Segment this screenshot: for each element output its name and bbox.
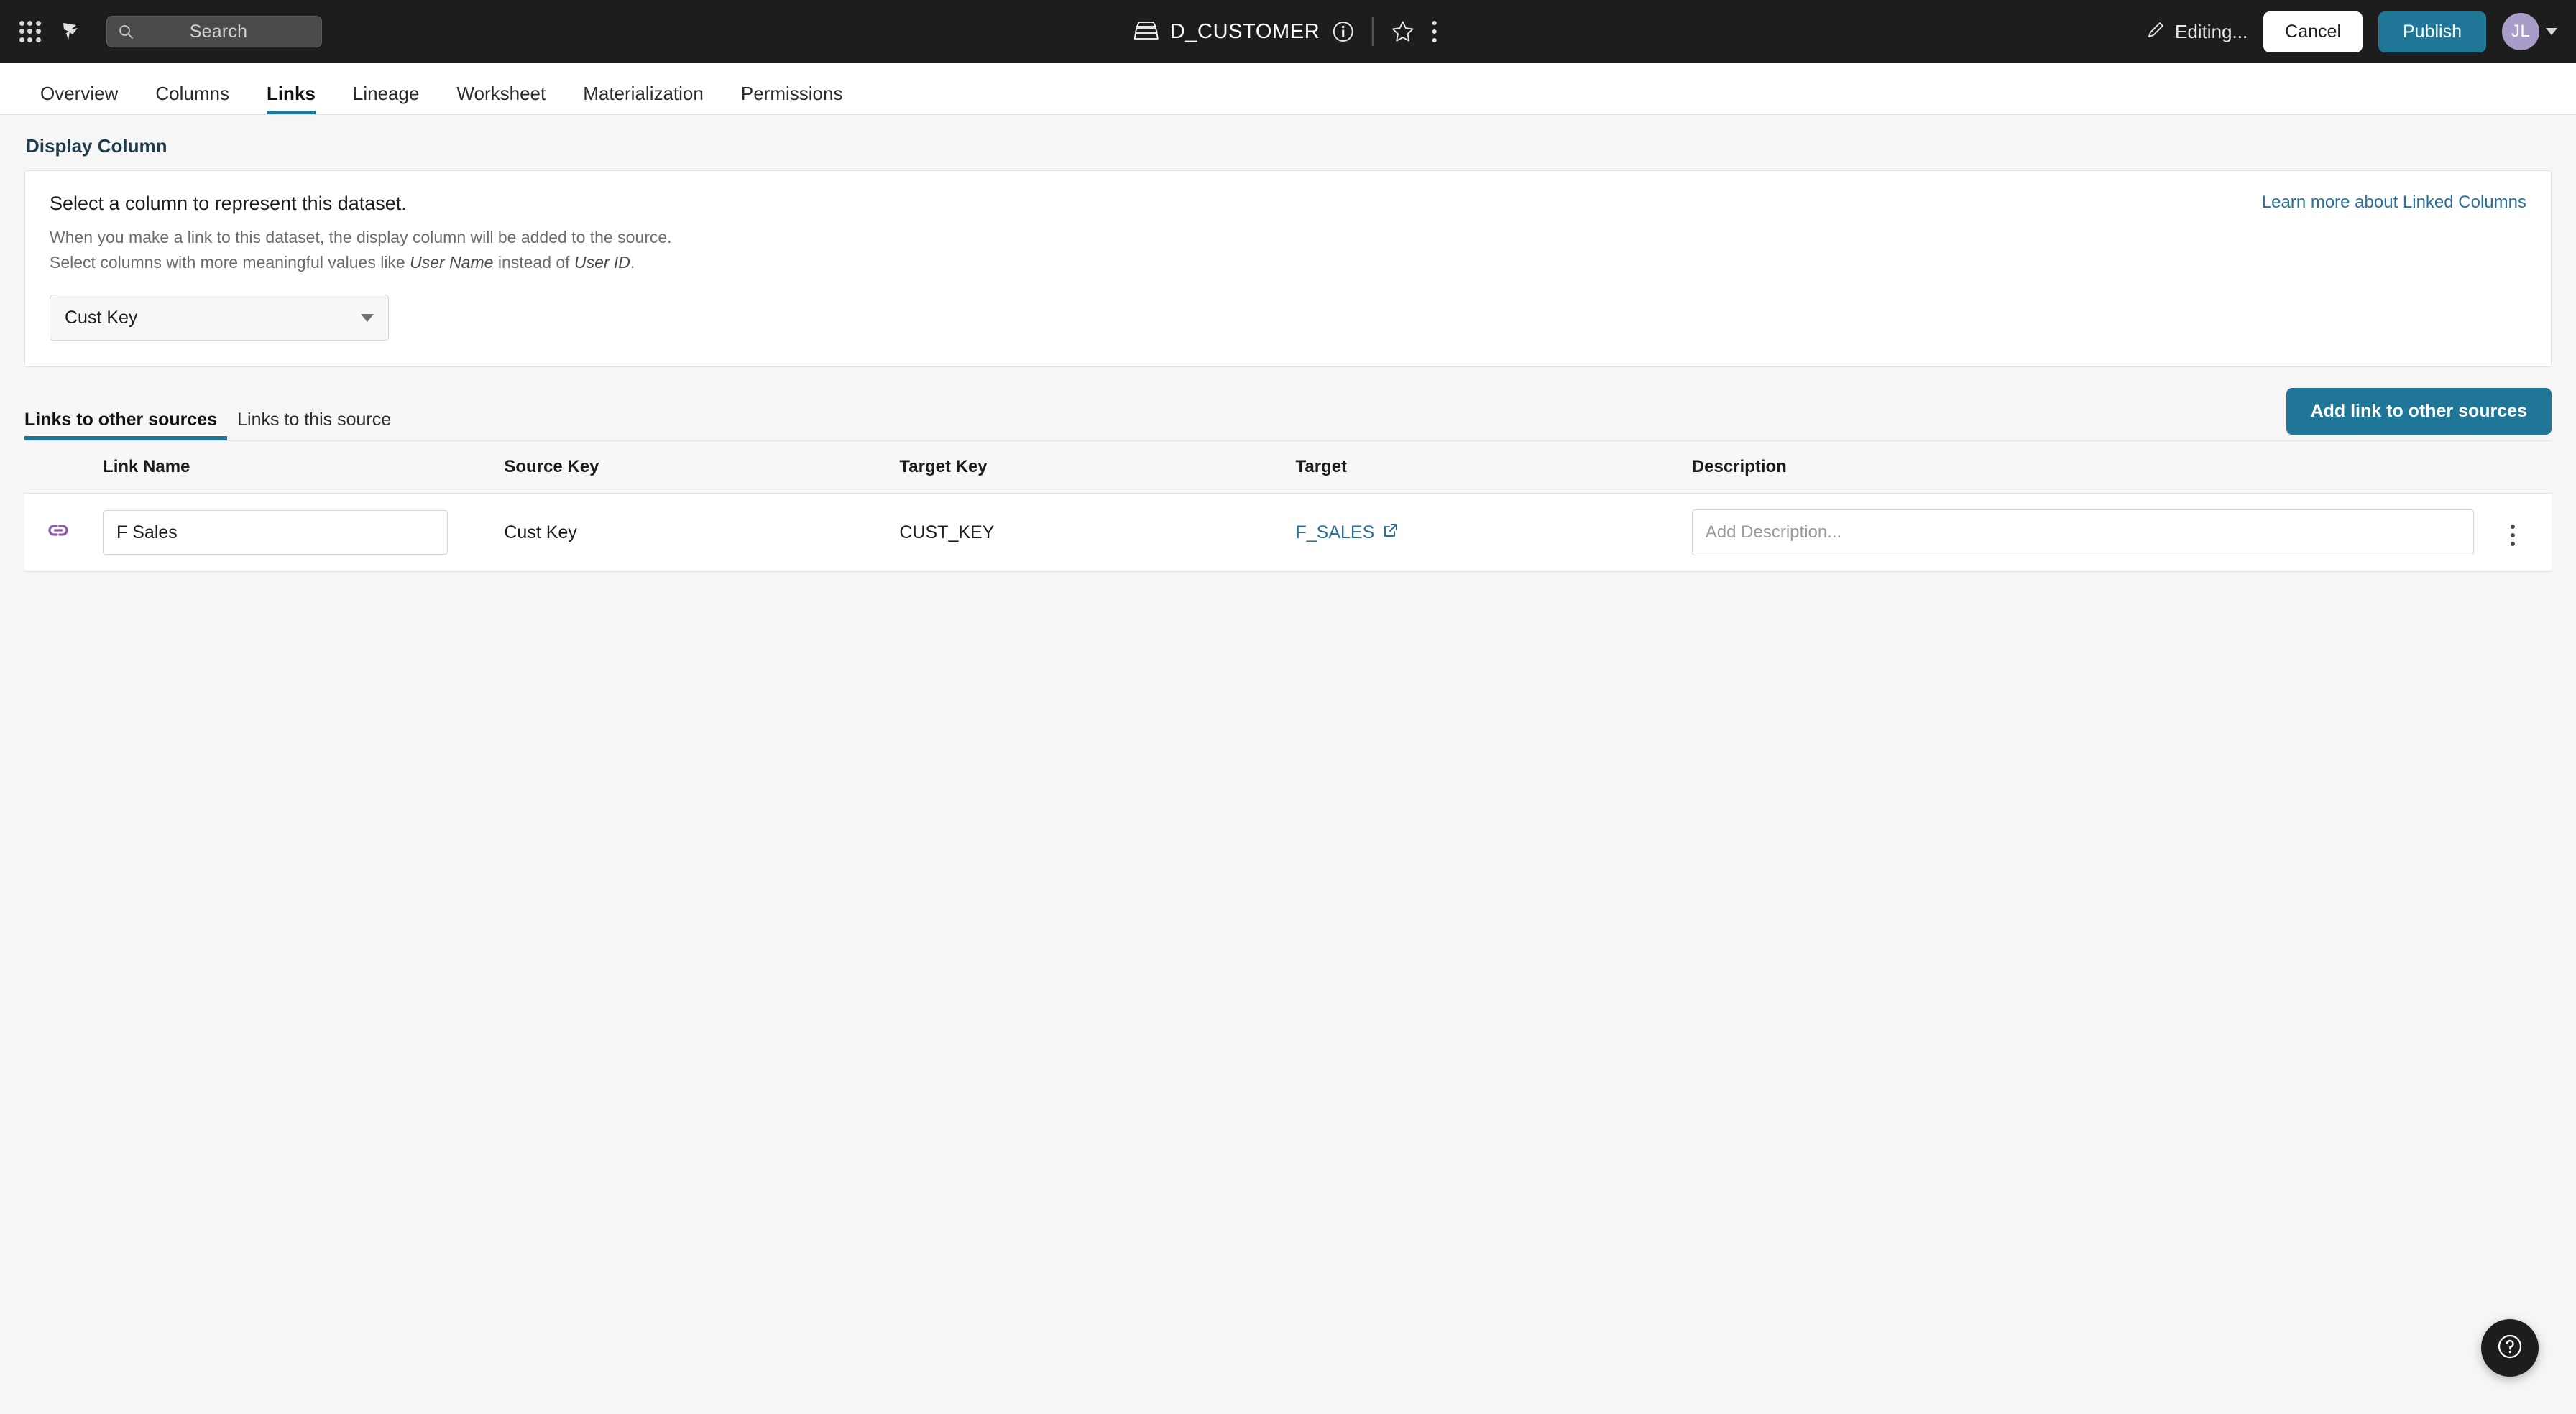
col-icon	[24, 440, 104, 494]
divider	[1371, 17, 1374, 46]
user-menu[interactable]: JL	[2502, 13, 2557, 50]
chain-link-icon	[46, 524, 70, 547]
tab-materialization[interactable]: Materialization	[564, 84, 722, 114]
more-vertical-icon[interactable]	[2505, 519, 2521, 552]
desc-mid: instead of	[493, 252, 574, 272]
link-name-input[interactable]	[103, 510, 448, 555]
col-target-key: Target Key	[899, 440, 1296, 494]
row-target-key: CUST_KEY	[899, 493, 1296, 572]
display-column-section-title: Display Column	[26, 135, 167, 157]
page-body: Display Column Learn more about Linked C…	[0, 115, 2576, 572]
publish-button[interactable]: Publish	[2378, 11, 2486, 52]
target-link[interactable]: F_SALES	[1295, 522, 1399, 543]
row-link-icon-cell	[24, 493, 104, 572]
row-link-name-cell	[103, 493, 505, 572]
pencil-icon	[2145, 19, 2167, 45]
col-link-name: Link Name	[103, 440, 505, 494]
external-link-icon	[1383, 522, 1399, 543]
search-icon	[119, 25, 133, 39]
subtab-links-to-other-sources[interactable]: Links to other sources	[24, 411, 228, 440]
links-table-head: Link Name Source Key Target Key Target D…	[24, 440, 2552, 494]
target-link-label: F_SALES	[1295, 522, 1375, 542]
row-description-cell	[1691, 493, 2474, 572]
tab-permissions[interactable]: Permissions	[722, 84, 862, 114]
table-header-row: Link Name Source Key Target Key Target D…	[24, 440, 2552, 494]
top-bar: Search D_CUSTOMER Editing... Cancel Publ…	[0, 0, 2576, 63]
col-target: Target	[1295, 440, 1692, 494]
table-row: Cust Key CUST_KEY F_SALES	[24, 493, 2552, 572]
help-button[interactable]	[2481, 1319, 2539, 1377]
col-description: Description	[1691, 440, 2474, 494]
tab-links[interactable]: Links	[248, 84, 334, 114]
info-circle-icon[interactable]	[1331, 20, 1354, 43]
dataset-title-group: D_CUSTOMER	[1133, 0, 1443, 63]
database-stack-icon	[1133, 19, 1159, 45]
desc-em-user-id: User ID	[574, 252, 630, 272]
tab-overview[interactable]: Overview	[22, 84, 137, 114]
search-input[interactable]: Search	[106, 16, 322, 47]
links-table-body: Cust Key CUST_KEY F_SALES	[24, 493, 2552, 572]
links-subtab-bar: Links to other sources Links to this sou…	[24, 388, 2552, 440]
links-table: Link Name Source Key Target Key Target D…	[24, 440, 2552, 572]
desc-em-user-name: User Name	[410, 252, 494, 272]
learn-more-link[interactable]: Learn more about Linked Columns	[2262, 193, 2526, 213]
origami-bird-logo[interactable]	[56, 16, 88, 47]
display-column-card: Learn more about Linked Columns Select a…	[24, 170, 2552, 367]
avatar: JL	[2502, 13, 2539, 50]
caret-down-icon	[361, 313, 374, 322]
subtab-links-to-this-source[interactable]: Links to this source	[227, 411, 401, 440]
star-outline-icon[interactable]	[1390, 19, 1414, 44]
row-target-cell: F_SALES	[1295, 493, 1692, 572]
more-vertical-icon[interactable]	[1426, 15, 1442, 48]
tab-lineage[interactable]: Lineage	[334, 84, 438, 114]
description-input[interactable]	[1691, 509, 2474, 555]
tab-worksheet[interactable]: Worksheet	[438, 84, 564, 114]
search-placeholder: Search	[189, 21, 248, 42]
grid-apps-icon[interactable]	[14, 16, 46, 47]
top-bar-left: Search	[14, 16, 322, 47]
display-column-select-value: Cust Key	[65, 307, 138, 328]
question-circle-icon	[2494, 1331, 2526, 1366]
tab-columns[interactable]: Columns	[137, 84, 248, 114]
display-column-select[interactable]: Cust Key	[50, 295, 389, 341]
editing-status: Editing...	[2145, 19, 2248, 45]
add-link-to-other-sources-button[interactable]: Add link to other sources	[2286, 388, 2552, 435]
chevron-down-icon	[2546, 28, 2557, 35]
row-source-key: Cust Key	[504, 493, 900, 572]
desc-post: .	[630, 252, 635, 272]
page-title: D_CUSTOMER	[1169, 19, 1320, 43]
editing-label: Editing...	[2175, 20, 2248, 42]
col-row-menu	[2473, 440, 2552, 494]
display-column-desc-line2: Select columns with more meaningful valu…	[50, 250, 2526, 275]
cancel-button[interactable]: Cancel	[2263, 11, 2363, 52]
top-bar-right: Editing... Cancel Publish JL	[2145, 11, 2557, 52]
display-column-heading: Select a column to represent this datase…	[50, 193, 407, 214]
desc-pre: Select columns with more meaningful valu…	[50, 252, 410, 272]
main-tab-bar: Overview Columns Links Lineage Worksheet…	[0, 63, 2576, 115]
display-column-desc-line1: When you make a link to this dataset, th…	[50, 228, 672, 246]
row-menu-cell	[2473, 493, 2552, 572]
col-source-key: Source Key	[504, 440, 900, 494]
